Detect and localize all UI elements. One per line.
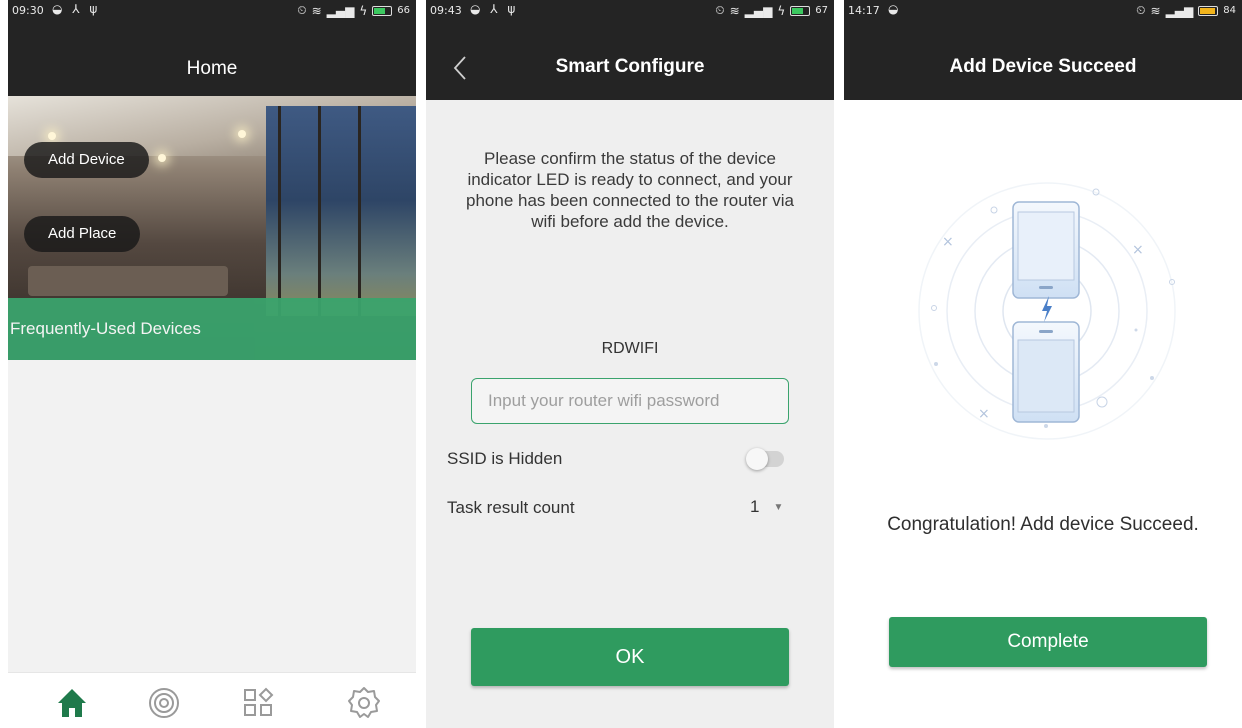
charging-icon: ϟ bbox=[777, 3, 786, 18]
alarm-icon: ⏲ bbox=[297, 3, 307, 17]
signal-icon: ▂▄▆ bbox=[744, 3, 773, 18]
ssid-hidden-label: SSID is Hidden bbox=[447, 449, 563, 468]
page-title: Add Device Succeed bbox=[949, 56, 1137, 77]
alarm-icon: ⏲ bbox=[1136, 3, 1146, 17]
status-bar: 09:43 ◒ ⅄ ψ ⏲ ≋ ▂▄▆ ϟ 67 bbox=[426, 0, 834, 44]
ssid-hidden-toggle[interactable] bbox=[746, 448, 784, 470]
signal-icon: ▂▄▆ bbox=[1165, 3, 1194, 18]
status-bar: 14:17 ◒ ⏲ ≋ ▂▄▆ 84 bbox=[844, 0, 1242, 44]
system-icons: ⏲ ≋ ▂▄▆ 84 bbox=[1136, 3, 1236, 18]
home-title-bar: 09:30 ◒ ⅄ ψ ⏲ ≋ ▂▄▆ ϟ 66 Home bbox=[8, 0, 416, 96]
success-title-bar: 14:17 ◒ ⏲ ≋ ▂▄▆ 84 Add Device Succeed bbox=[844, 0, 1242, 100]
charging-icon: ϟ bbox=[359, 3, 368, 18]
svg-text:×: × bbox=[942, 234, 954, 250]
battery-icon bbox=[1198, 5, 1219, 16]
toggle-knob bbox=[746, 448, 768, 470]
page-title: Smart Configure bbox=[555, 56, 705, 77]
nav-scenes[interactable] bbox=[238, 683, 278, 723]
complete-button[interactable]: Complete bbox=[889, 617, 1207, 667]
battery-icon bbox=[372, 5, 393, 16]
ok-button[interactable]: OK bbox=[471, 628, 789, 686]
wifi-password-input[interactable] bbox=[471, 378, 789, 424]
battery-level: 67 bbox=[815, 5, 828, 16]
window-frame bbox=[278, 106, 281, 316]
device-pairing-illustration: × × × bbox=[918, 182, 1176, 440]
nav-devices[interactable] bbox=[144, 683, 184, 723]
alarm-icon: ⏲ bbox=[715, 3, 725, 17]
frequently-used-devices-header: Frequently-Used Devices bbox=[8, 298, 416, 360]
window-frame bbox=[318, 106, 321, 316]
status-time: 09:43 bbox=[430, 4, 462, 17]
window-frame bbox=[358, 106, 361, 316]
ceiling-light bbox=[48, 132, 56, 140]
svg-text:×: × bbox=[978, 406, 990, 422]
smart-configure-title-bar: 09:43 ◒ ⅄ ψ ⏲ ≋ ▂▄▆ ϟ 67 Smart Configure bbox=[426, 0, 834, 100]
gear-icon bbox=[348, 687, 380, 718]
signal-icon: ▂▄▆ bbox=[326, 3, 355, 18]
ssid-label: RDWIFI bbox=[601, 340, 659, 357]
grid-icon bbox=[244, 687, 274, 716]
wifi-icon: ≋ bbox=[1150, 3, 1161, 18]
hero-sofa bbox=[28, 266, 228, 296]
home-icon bbox=[58, 689, 86, 717]
success-message: Congratulation! Add device Succeed. bbox=[887, 514, 1199, 535]
add-place-button[interactable]: Add Place bbox=[24, 216, 141, 252]
wifi-icon: ≋ bbox=[311, 3, 322, 18]
page-title: Home bbox=[186, 58, 238, 79]
instructions-text: Please confirm the status of the device … bbox=[466, 149, 794, 231]
wifi-icon: ≋ bbox=[729, 3, 740, 18]
bottom-navigation bbox=[8, 672, 416, 728]
battery-level: 66 bbox=[397, 5, 410, 16]
notification-icons: ◒ ⅄ ψ bbox=[52, 2, 101, 16]
status-time: 09:30 bbox=[12, 4, 44, 17]
status-bar: 09:30 ◒ ⅄ ψ ⏲ ≋ ▂▄▆ ϟ 66 bbox=[8, 0, 416, 44]
ceiling-light bbox=[238, 130, 246, 138]
home-screen: 09:30 ◒ ⅄ ψ ⏲ ≋ ▂▄▆ ϟ 66 Home Add Device… bbox=[8, 0, 416, 728]
battery-level: 84 bbox=[1223, 5, 1236, 16]
add-device-succeed-screen: 14:17 ◒ ⏲ ≋ ▂▄▆ 84 Add Device Succeed × … bbox=[844, 0, 1242, 728]
notification-icons: ◒ ⅄ ψ bbox=[470, 2, 519, 16]
smart-configure-screen: 09:43 ◒ ⅄ ψ ⏲ ≋ ▂▄▆ ϟ 67 Smart Configure… bbox=[426, 0, 834, 728]
hero-windows bbox=[266, 106, 416, 316]
task-result-count-select[interactable]: 1 ▼ bbox=[750, 497, 783, 517]
caret-down-icon: ▼ bbox=[773, 502, 784, 513]
task-result-count-value: 1 bbox=[750, 497, 760, 516]
add-device-button[interactable]: Add Device bbox=[24, 142, 149, 178]
system-icons: ⏲ ≋ ▂▄▆ ϟ 66 bbox=[297, 3, 410, 18]
status-time: 14:17 bbox=[848, 4, 880, 17]
nav-home[interactable] bbox=[52, 683, 92, 723]
notification-icons: ◒ bbox=[888, 2, 902, 16]
task-result-count-label: Task result count bbox=[447, 498, 575, 517]
scan-icon bbox=[149, 688, 179, 718]
battery-icon bbox=[790, 5, 811, 16]
nav-settings[interactable] bbox=[344, 683, 384, 723]
system-icons: ⏲ ≋ ▂▄▆ ϟ 67 bbox=[715, 3, 828, 18]
ceiling-light bbox=[158, 154, 166, 162]
svg-text:×: × bbox=[1132, 242, 1144, 258]
